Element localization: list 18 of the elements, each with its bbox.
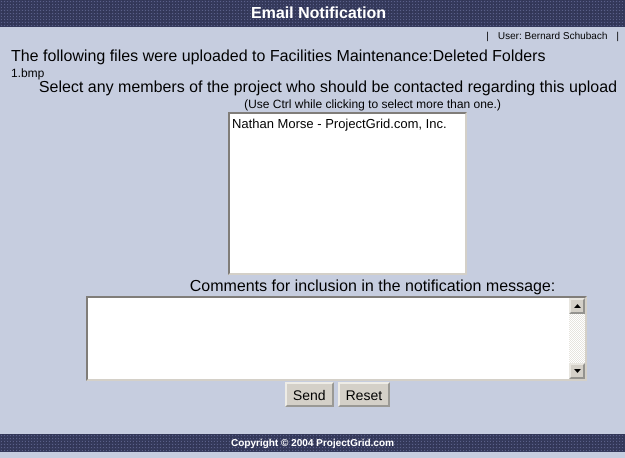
separator: |: [486, 31, 489, 43]
scroll-up-icon[interactable]: [569, 298, 585, 314]
comments-label: Comments for inclusion in the notification message:: [188, 277, 556, 296]
separator: |: [616, 31, 619, 43]
members-prompt: Select any members of the project who should be contacted regarding this upload: [38, 79, 618, 97]
upload-message: The following files were uploaded to Facilities Maintenance:Deleted Folders: [10, 47, 547, 66]
form-button[interactable]: Reset: [338, 382, 390, 407]
scroll-down-icon[interactable]: [569, 363, 585, 379]
file-name: 1.bmp: [11, 66, 46, 80]
member-option[interactable]: Nathan Morse - ProjectGrid.com, Inc.: [230, 114, 465, 133]
form-button[interactable]: Send: [284, 382, 334, 407]
members-listbox[interactable]: Nathan Morse - ProjectGrid.com, Inc.: [228, 112, 467, 275]
user-label: User: Bernard Schubach: [498, 31, 608, 43]
scrollbar[interactable]: [569, 298, 585, 379]
comments-field[interactable]: [86, 296, 587, 381]
page-title: Email Notification: [250, 4, 386, 22]
copyright-text: Copyright © 2004 ProjectGrid.com: [231, 438, 394, 448]
members-hint: (Use Ctrl while clicking to select more than one.): [243, 97, 502, 111]
